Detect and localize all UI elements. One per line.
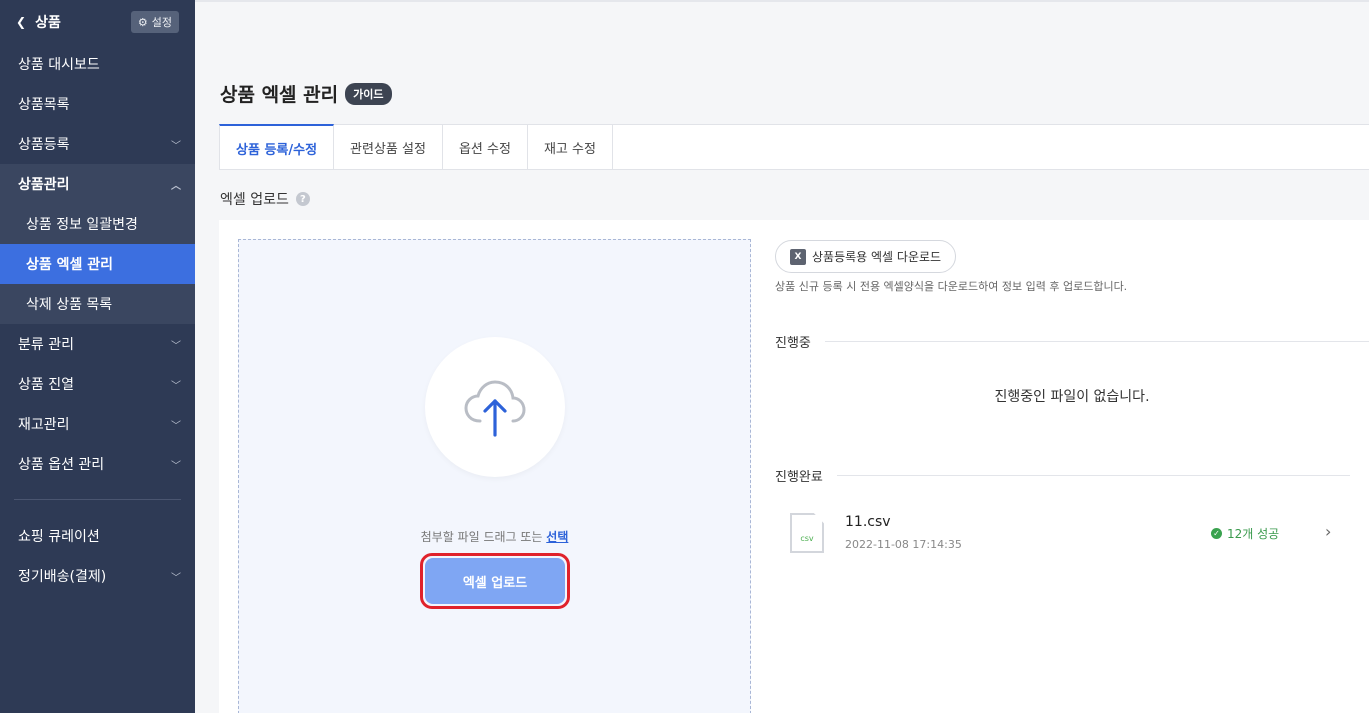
tab-related-products[interactable]: 관련상품 설정 (334, 125, 443, 170)
highlight-outline: 엑셀 업로드 (420, 553, 570, 609)
sidebar-subitem-bulk-edit[interactable]: 상품 정보 일괄변경 (0, 204, 195, 244)
gear-icon: ⚙ (137, 15, 148, 29)
sidebar-item-product-register[interactable]: 상품등록 ﹀ (0, 124, 195, 164)
drop-text: 첨부할 파일 드래그 또는 (420, 530, 547, 544)
back-label: 상품 (35, 15, 61, 31)
chevron-down-icon: ﹀ (171, 340, 181, 352)
page-header: 상품 엑셀 관리 가이드 (220, 80, 392, 107)
sidebar-item-category[interactable]: 분류 관리 ﹀ (0, 324, 195, 364)
excel-icon: X (790, 248, 806, 265)
tab-register-edit[interactable]: 상품 등록/수정 (219, 124, 335, 170)
guide-badge[interactable]: 가이드 (345, 82, 392, 105)
sidebar-item-subscription[interactable]: 정기배송(결제) ﹀ (0, 556, 195, 596)
settings-label: 설정 (151, 16, 172, 29)
section-title-text: 엑셀 업로드 (220, 192, 289, 208)
sidebar-item-label: 상품목록 (18, 97, 70, 113)
excel-download-label: 상품등록용 엑셀 다운로드 (812, 250, 942, 264)
csv-file-icon: csv (790, 513, 824, 553)
help-icon[interactable]: ? (295, 192, 310, 206)
sidebar: ❮ 상품 ⚙ 설정 상품 대시보드 상품목록 상품등록 ﹀ 상품관리 ︿ 상품 … (0, 0, 195, 713)
chevron-right-icon[interactable]: › (1325, 522, 1331, 541)
sidebar-item-label: 쇼핑 큐레이션 (18, 529, 100, 545)
file-row[interactable]: csv 11.csv 2022-11-08 17:14:35 ✓ 12개 성공 … (775, 513, 1369, 557)
sidebar-item-product-manage[interactable]: 상품관리 ︿ (0, 164, 195, 204)
tab-bar: 상품 등록/수정 관련상품 설정 옵션 수정 재고 수정 (219, 124, 1369, 170)
sidebar-item-label: 상품등록 (18, 137, 70, 153)
sidebar-item-product-list[interactable]: 상품목록 (0, 84, 195, 124)
select-file-link[interactable]: 선택 (546, 530, 568, 544)
sidebar-submenu: 상품 정보 일괄변경 상품 엑셀 관리 삭제 상품 목록 (0, 204, 195, 324)
chevron-down-icon: ﹀ (171, 460, 181, 472)
sidebar-item-dashboard[interactable]: 상품 대시보드 (0, 44, 195, 84)
completed-header: 진행완료 (775, 466, 1350, 485)
sidebar-item-label: 상품 대시보드 (18, 57, 100, 73)
completed-title: 진행완료 (775, 470, 823, 485)
divider (836, 475, 1350, 476)
sidebar-item-label: 정기배송(결제) (18, 569, 107, 585)
right-column: X 상품등록용 엑셀 다운로드 상품 신규 등록 시 전용 엑셀양식을 다운로드… (775, 240, 1369, 553)
tab-option-edit[interactable]: 옵션 수정 (443, 125, 528, 170)
in-progress-title: 진행중 (775, 336, 811, 351)
back-button[interactable]: ❮ 상품 (16, 12, 61, 32)
file-date: 2022-11-08 17:14:35 (845, 538, 962, 551)
empty-message: 진행중인 파일이 없습니다. (994, 389, 1150, 405)
sidebar-item-options[interactable]: 상품 옵션 관리 ﹀ (0, 444, 195, 484)
settings-button[interactable]: ⚙ 설정 (130, 11, 179, 33)
sidebar-item-label: 분류 관리 (18, 337, 74, 353)
sidebar-item-label: 삭제 상품 목록 (26, 297, 113, 313)
chevron-down-icon: ﹀ (171, 140, 181, 152)
sidebar-item-label: 상품 정보 일괄변경 (26, 217, 138, 233)
check-circle-icon: ✓ (1211, 528, 1222, 539)
drop-instruction: 첨부할 파일 드래그 또는 선택 (239, 528, 750, 545)
download-description: 상품 신규 등록 시 전용 엑셀양식을 다운로드하여 정보 입력 후 업로드합니… (775, 280, 1128, 293)
section-title: 엑셀 업로드 ? (220, 189, 310, 209)
chevron-left-icon: ❮ (16, 15, 27, 29)
excel-download-button[interactable]: X 상품등록용 엑셀 다운로드 (775, 240, 957, 273)
sidebar-item-label: 상품관리 (18, 177, 70, 193)
file-name: 11.csv (845, 514, 891, 530)
file-status: ✓ 12개 성공 (1211, 525, 1279, 542)
chevron-down-icon: ﹀ (171, 420, 181, 432)
sidebar-item-inventory[interactable]: 재고관리 ﹀ (0, 404, 195, 444)
upload-panel: 첨부할 파일 드래그 또는 선택 엑셀 업로드 X 상품등록용 엑셀 다운로드 … (219, 220, 1369, 713)
sidebar-item-display[interactable]: 상품 진열 ﹀ (0, 364, 195, 404)
chevron-down-icon: ﹀ (171, 380, 181, 392)
file-status-text: 12개 성공 (1227, 527, 1280, 541)
cloud-upload-icon (425, 337, 565, 477)
sidebar-header: ❮ 상품 ⚙ 설정 (0, 0, 195, 44)
top-border (195, 0, 1369, 2)
file-dropzone[interactable]: 첨부할 파일 드래그 또는 선택 엑셀 업로드 (238, 239, 751, 713)
in-progress-header: 진행중 (775, 332, 1369, 351)
sidebar-item-label: 상품 옵션 관리 (18, 457, 105, 473)
sidebar-item-curation[interactable]: 쇼핑 큐레이션 (0, 516, 195, 556)
divider (824, 341, 1369, 342)
sidebar-divider (14, 499, 181, 500)
page-title: 상품 엑셀 관리 (220, 84, 339, 106)
sidebar-item-label: 재고관리 (18, 417, 70, 433)
sidebar-subitem-excel-manage[interactable]: 상품 엑셀 관리 (0, 244, 195, 284)
sidebar-subitem-deleted-list[interactable]: 삭제 상품 목록 (0, 284, 195, 324)
chevron-down-icon: ﹀ (171, 572, 181, 584)
chevron-up-icon: ︿ (171, 180, 181, 192)
sidebar-item-label: 상품 엑셀 관리 (26, 257, 114, 273)
sidebar-item-label: 상품 진열 (18, 377, 74, 393)
tab-stock-edit[interactable]: 재고 수정 (528, 125, 613, 170)
excel-upload-button[interactable]: 엑셀 업로드 (425, 558, 565, 604)
